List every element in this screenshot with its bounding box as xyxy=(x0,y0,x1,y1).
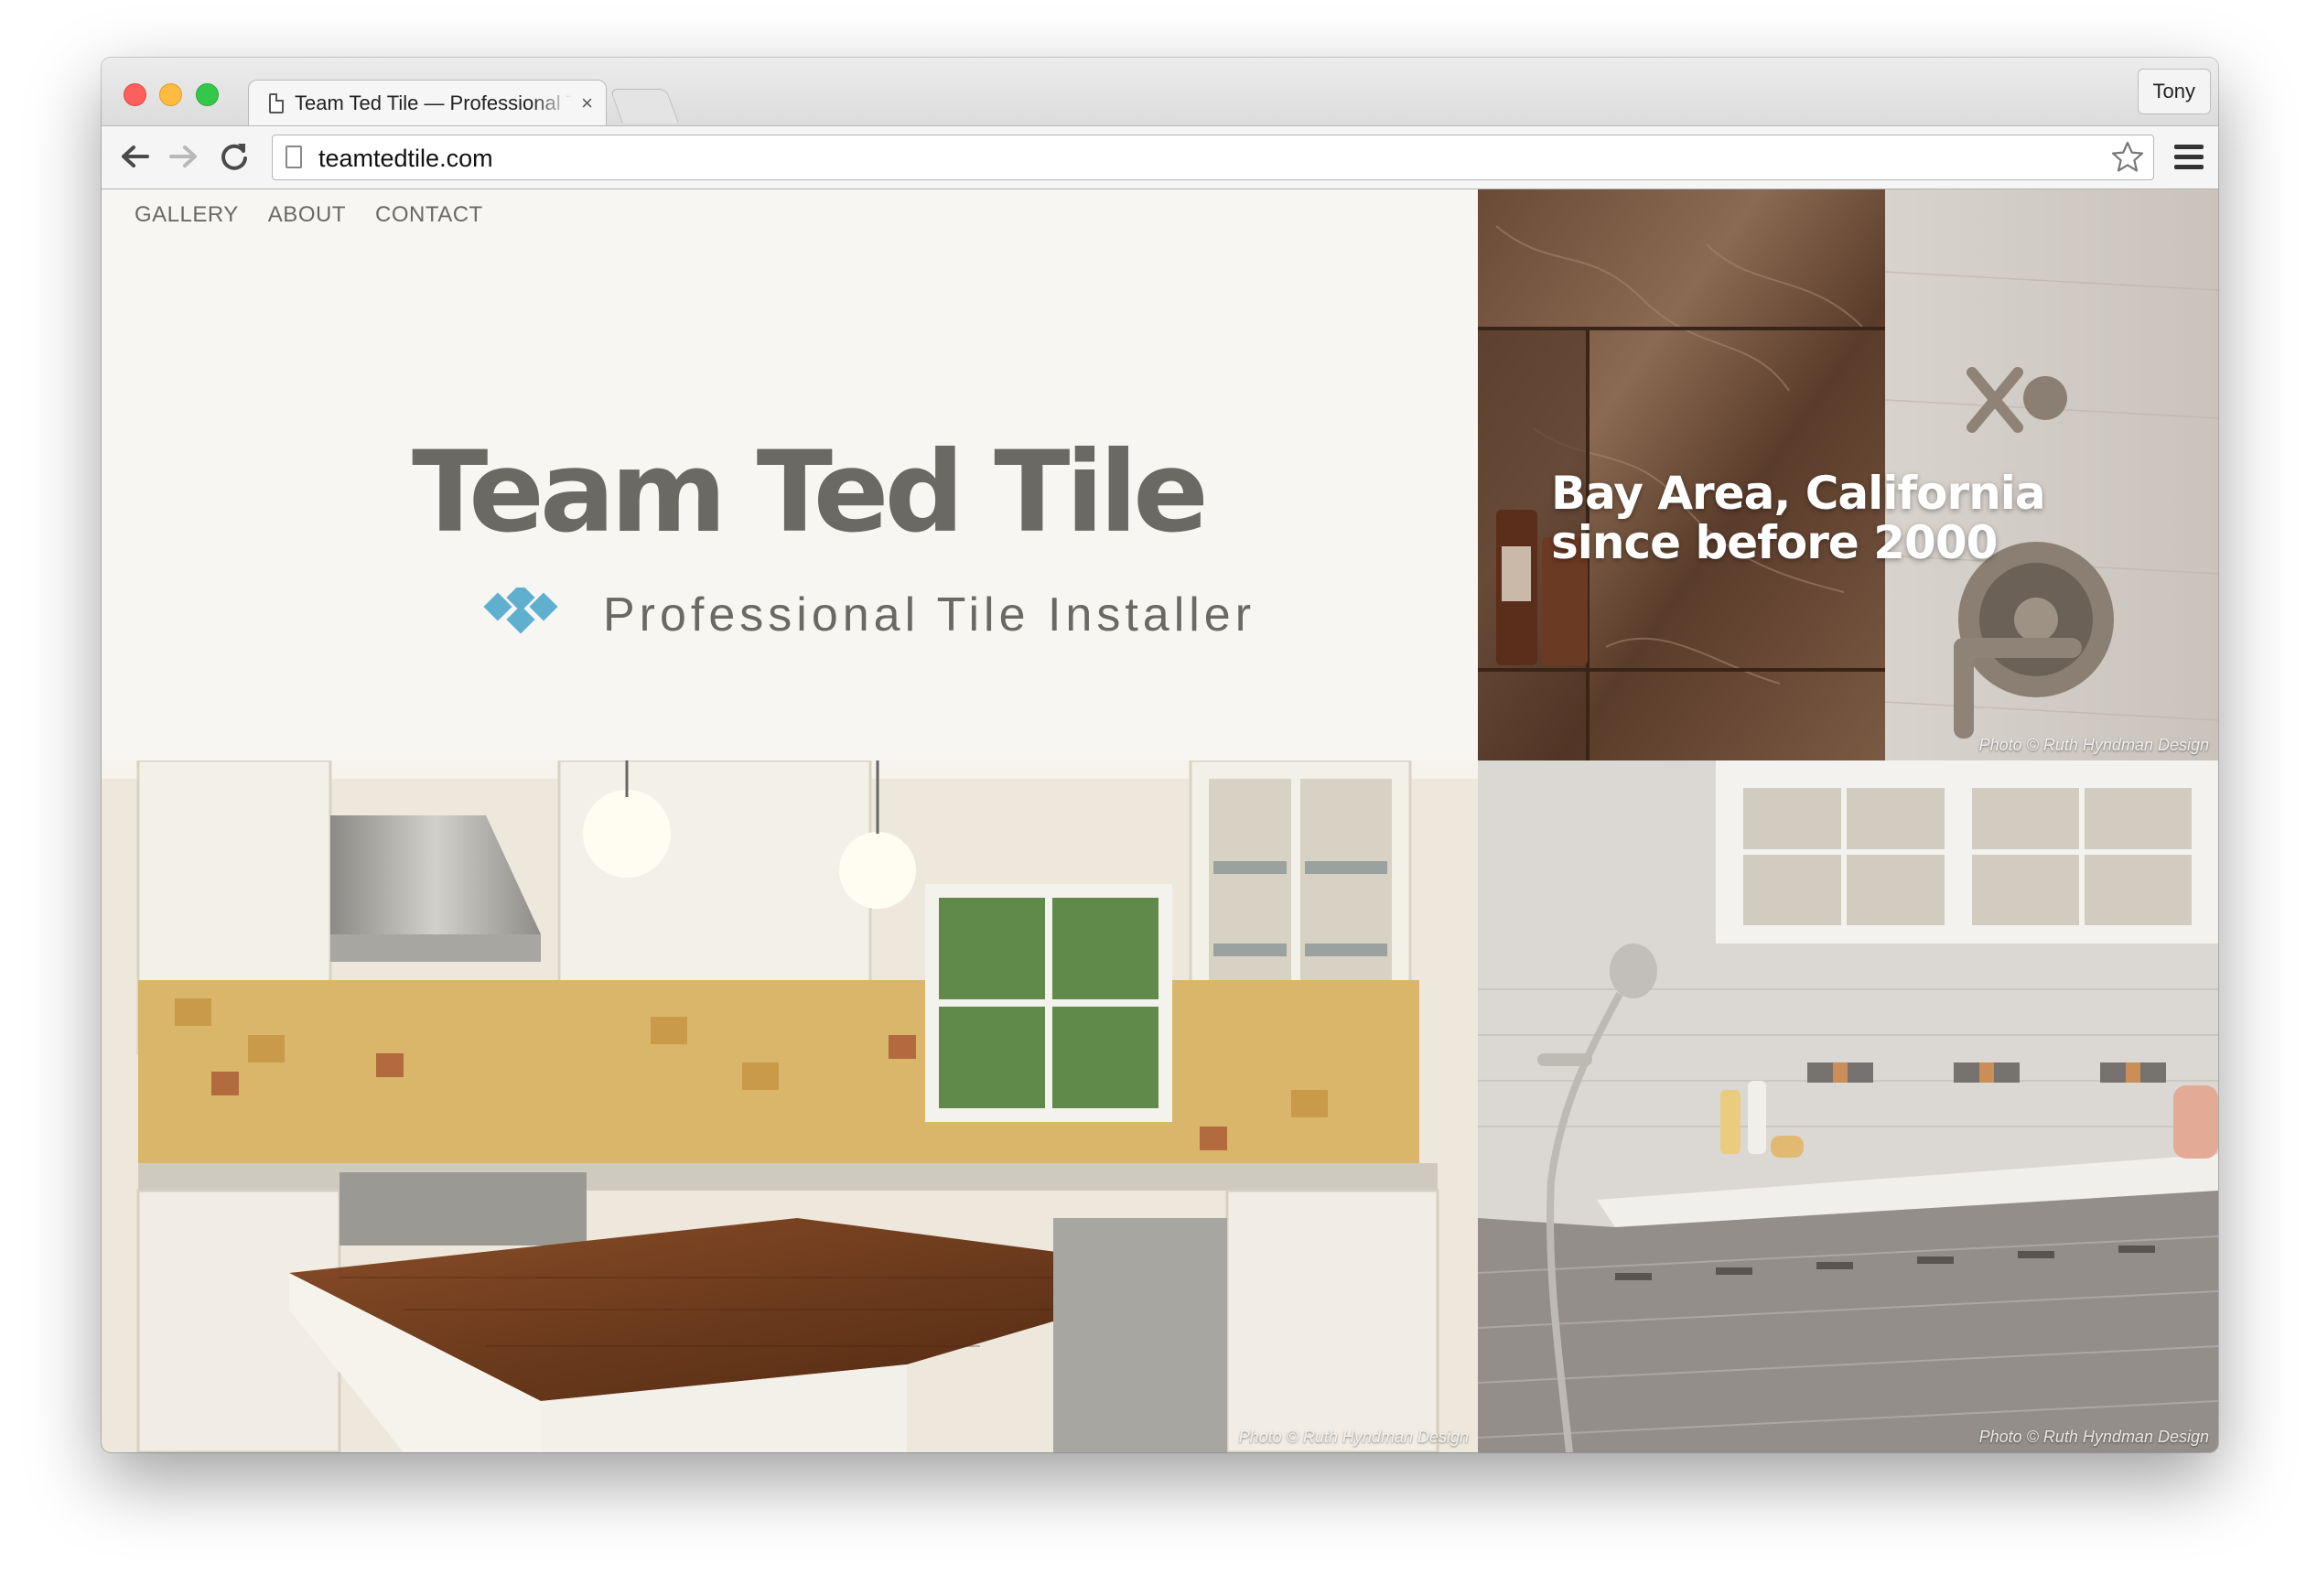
site-title: Team Ted Tile xyxy=(412,427,1209,557)
hero-section: GALLERY ABOUT CONTACT Team Ted Tile Prof… xyxy=(102,189,1478,760)
browser-tab[interactable]: Team Ted Tile — Professional Tile Instal… xyxy=(248,80,607,125)
forward-arrow-icon[interactable] xyxy=(166,138,202,175)
browser-menu-icon[interactable] xyxy=(2174,145,2204,170)
reload-icon[interactable] xyxy=(216,138,253,175)
kitchen-image xyxy=(102,760,1478,1452)
tagline-row: Professional Tile Installer xyxy=(482,588,1255,642)
shower-marble-photo[interactable]: Bay Area, California since before 2000 P… xyxy=(1478,189,2218,760)
photo-credit: Photo © Ruth Hyndman Design xyxy=(1978,1428,2209,1446)
bathroom-image xyxy=(1478,760,2218,1452)
photo-credit: Photo © Ruth Hyndman Design xyxy=(1238,1428,1469,1446)
location-overlay: Bay Area, California since before 2000 xyxy=(1551,467,2046,569)
nav-link-contact[interactable]: CONTACT xyxy=(375,202,483,228)
tile-logo-icon xyxy=(483,588,558,634)
bookmark-star-icon[interactable] xyxy=(2109,139,2146,176)
page-icon xyxy=(269,92,284,113)
nav-link-gallery[interactable]: GALLERY xyxy=(135,202,239,228)
close-window-button[interactable] xyxy=(124,83,146,106)
site-nav: GALLERY ABOUT CONTACT xyxy=(135,202,483,228)
bathroom-photo[interactable]: Photo © Ruth Hyndman Design xyxy=(1478,760,2218,1452)
browser-window: Team Ted Tile — Professional Tile Instal… xyxy=(102,58,2218,1452)
new-tab-button[interactable] xyxy=(609,89,679,123)
tab-title: Team Ted Tile — Professional Tile Instal… xyxy=(295,91,573,114)
page-icon xyxy=(286,146,302,168)
kitchen-photo[interactable]: Photo © Ruth Hyndman Design xyxy=(102,760,1478,1452)
page-viewport: GALLERY ABOUT CONTACT Team Ted Tile Prof… xyxy=(102,189,2218,1452)
photo-credit: Photo © Ruth Hyndman Design xyxy=(1978,736,2209,754)
url-text[interactable]: teamtedtile.com xyxy=(318,145,493,173)
tab-close-icon[interactable]: × xyxy=(581,92,593,115)
nav-link-about[interactable]: ABOUT xyxy=(268,202,346,228)
minimize-window-button[interactable] xyxy=(159,83,182,106)
profile-button[interactable]: Tony xyxy=(2137,69,2211,114)
back-arrow-icon[interactable] xyxy=(116,138,153,175)
address-bar[interactable]: teamtedtile.com xyxy=(272,135,2154,180)
maximize-window-button[interactable] xyxy=(196,83,219,106)
site-tagline: Professional Tile Installer xyxy=(603,588,1256,642)
browser-toolbar: teamtedtile.com xyxy=(102,125,2218,189)
overlay-line-since: since before 2000 xyxy=(1551,516,1998,569)
overlay-line-location: Bay Area, California xyxy=(1551,467,2046,520)
tab-strip: Team Ted Tile — Professional Tile Instal… xyxy=(102,58,2218,125)
